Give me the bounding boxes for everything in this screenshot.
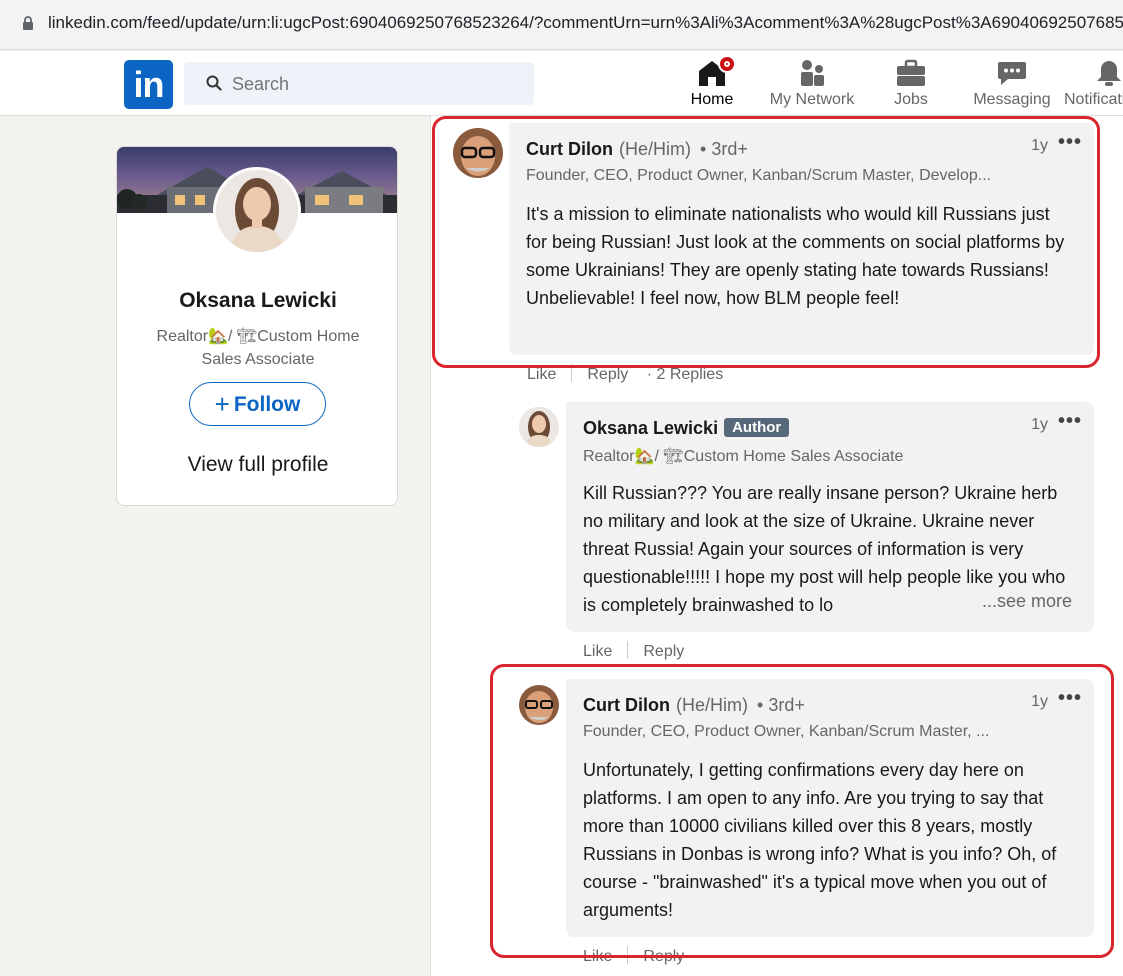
nav-home-label: Home	[690, 91, 734, 108]
commenter-avatar[interactable]	[519, 407, 559, 447]
url-text[interactable]: linkedin.com/feed/update/urn:li:ugcPost:…	[48, 13, 1123, 33]
reply-button[interactable]: Reply	[643, 948, 684, 965]
like-button[interactable]: Like	[527, 366, 556, 383]
comment-bubble: Curt Dilon (He/Him) • 3rd+ 1y ••• Founder…	[566, 679, 1094, 937]
connection-degree: • 3rd+	[700, 139, 748, 159]
search-icon	[206, 75, 222, 91]
notification-badge	[718, 55, 736, 73]
lock-icon	[23, 16, 33, 30]
plus-icon: +	[214, 388, 230, 419]
commenter-name[interactable]: Oksana Lewicki	[583, 418, 718, 438]
commenter-headline: Realtor🏡/ 🏗Custom Home Sales Associate	[583, 448, 904, 465]
commenter-headline: Founder, CEO, Product Owner, Kanban/Scru…	[526, 167, 992, 184]
profile-card: Oksana Lewicki Realtor🏡/ 🏗Custom Home Sa…	[116, 146, 398, 506]
bell-icon	[1097, 61, 1121, 86]
comment-time: 1y	[1031, 137, 1048, 154]
profile-headline: Realtor🏡/ 🏗Custom Home Sales Associate	[156, 328, 360, 368]
nav-my-network-label: My Network	[769, 91, 855, 108]
search-box[interactable]	[184, 62, 534, 105]
messaging-icon	[998, 62, 1026, 85]
nav-jobs-label: Jobs	[894, 91, 928, 108]
commenter-name[interactable]: Curt Dilon	[526, 139, 613, 159]
nav-messaging-label: Messaging	[973, 91, 1051, 108]
nav-home[interactable]: Home	[688, 55, 736, 118]
top-navigation: in Home My Network Jobs	[0, 51, 1123, 118]
profile-avatar[interactable]	[213, 167, 301, 255]
comment-actions: Like Reply · 2 Replies	[527, 364, 723, 384]
comment-time: 1y	[1031, 416, 1048, 433]
more-options-icon[interactable]: •••	[1058, 410, 1082, 433]
pronouns: (He/Him)	[619, 139, 691, 159]
comment-bubble: Curt Dilon (He/Him) • 3rd+ 1y ••• Founder…	[509, 123, 1094, 355]
pronouns: (He/Him)	[676, 695, 748, 715]
comment-bubble: Oksana Lewicki Author 1y ••• Realtor🏡/ 🏗C…	[566, 402, 1094, 632]
comment-text: It's a mission to eliminate nationalists…	[526, 204, 1065, 308]
more-options-icon[interactable]: •••	[1058, 131, 1082, 154]
briefcase-icon	[897, 59, 925, 86]
network-icon	[801, 60, 824, 86]
reply-button[interactable]: Reply	[643, 643, 684, 660]
view-full-profile-link[interactable]: View full profile	[117, 453, 397, 477]
nav-jobs[interactable]: Jobs	[888, 55, 934, 113]
like-button[interactable]: Like	[583, 948, 612, 965]
comment-actions: Like Reply	[583, 641, 684, 661]
author-badge: Author	[724, 418, 790, 437]
commenter-avatar[interactable]	[519, 685, 559, 725]
more-options-icon[interactable]: •••	[1058, 687, 1082, 710]
nav-notifications[interactable]: Notifications	[1064, 55, 1123, 113]
commenter-headline: Founder, CEO, Product Owner, Kanban/Scru…	[583, 723, 990, 740]
nav-my-network[interactable]: My Network	[764, 55, 860, 113]
browser-address-bar[interactable]: linkedin.com/feed/update/urn:li:ugcPost:…	[0, 0, 1123, 50]
commenter-avatar[interactable]	[453, 128, 503, 178]
comments-panel: Curt Dilon (He/Him) • 3rd+ 1y ••• Founder…	[430, 116, 1123, 976]
replies-count[interactable]: · 2 Replies	[647, 366, 723, 383]
nav-messaging[interactable]: Messaging	[968, 55, 1056, 113]
comment-actions: Like Reply	[583, 946, 684, 966]
like-button[interactable]: Like	[583, 643, 612, 660]
follow-label: Follow	[233, 392, 301, 416]
connection-degree: • 3rd+	[757, 695, 805, 715]
search-input[interactable]	[232, 69, 522, 99]
linkedin-logo[interactable]: in	[124, 60, 173, 109]
comment-time: 1y	[1031, 693, 1048, 710]
see-more-link[interactable]: ...see more	[975, 591, 1072, 612]
comment-text: Unfortunately, I getting confirmations e…	[583, 760, 1057, 920]
follow-button[interactable]: + Follow	[189, 382, 326, 426]
profile-name[interactable]: Oksana Lewicki	[117, 289, 397, 313]
nav-notifications-label: Notifications	[1064, 91, 1123, 108]
reply-button[interactable]: Reply	[587, 366, 628, 383]
commenter-name[interactable]: Curt Dilon	[583, 695, 670, 715]
